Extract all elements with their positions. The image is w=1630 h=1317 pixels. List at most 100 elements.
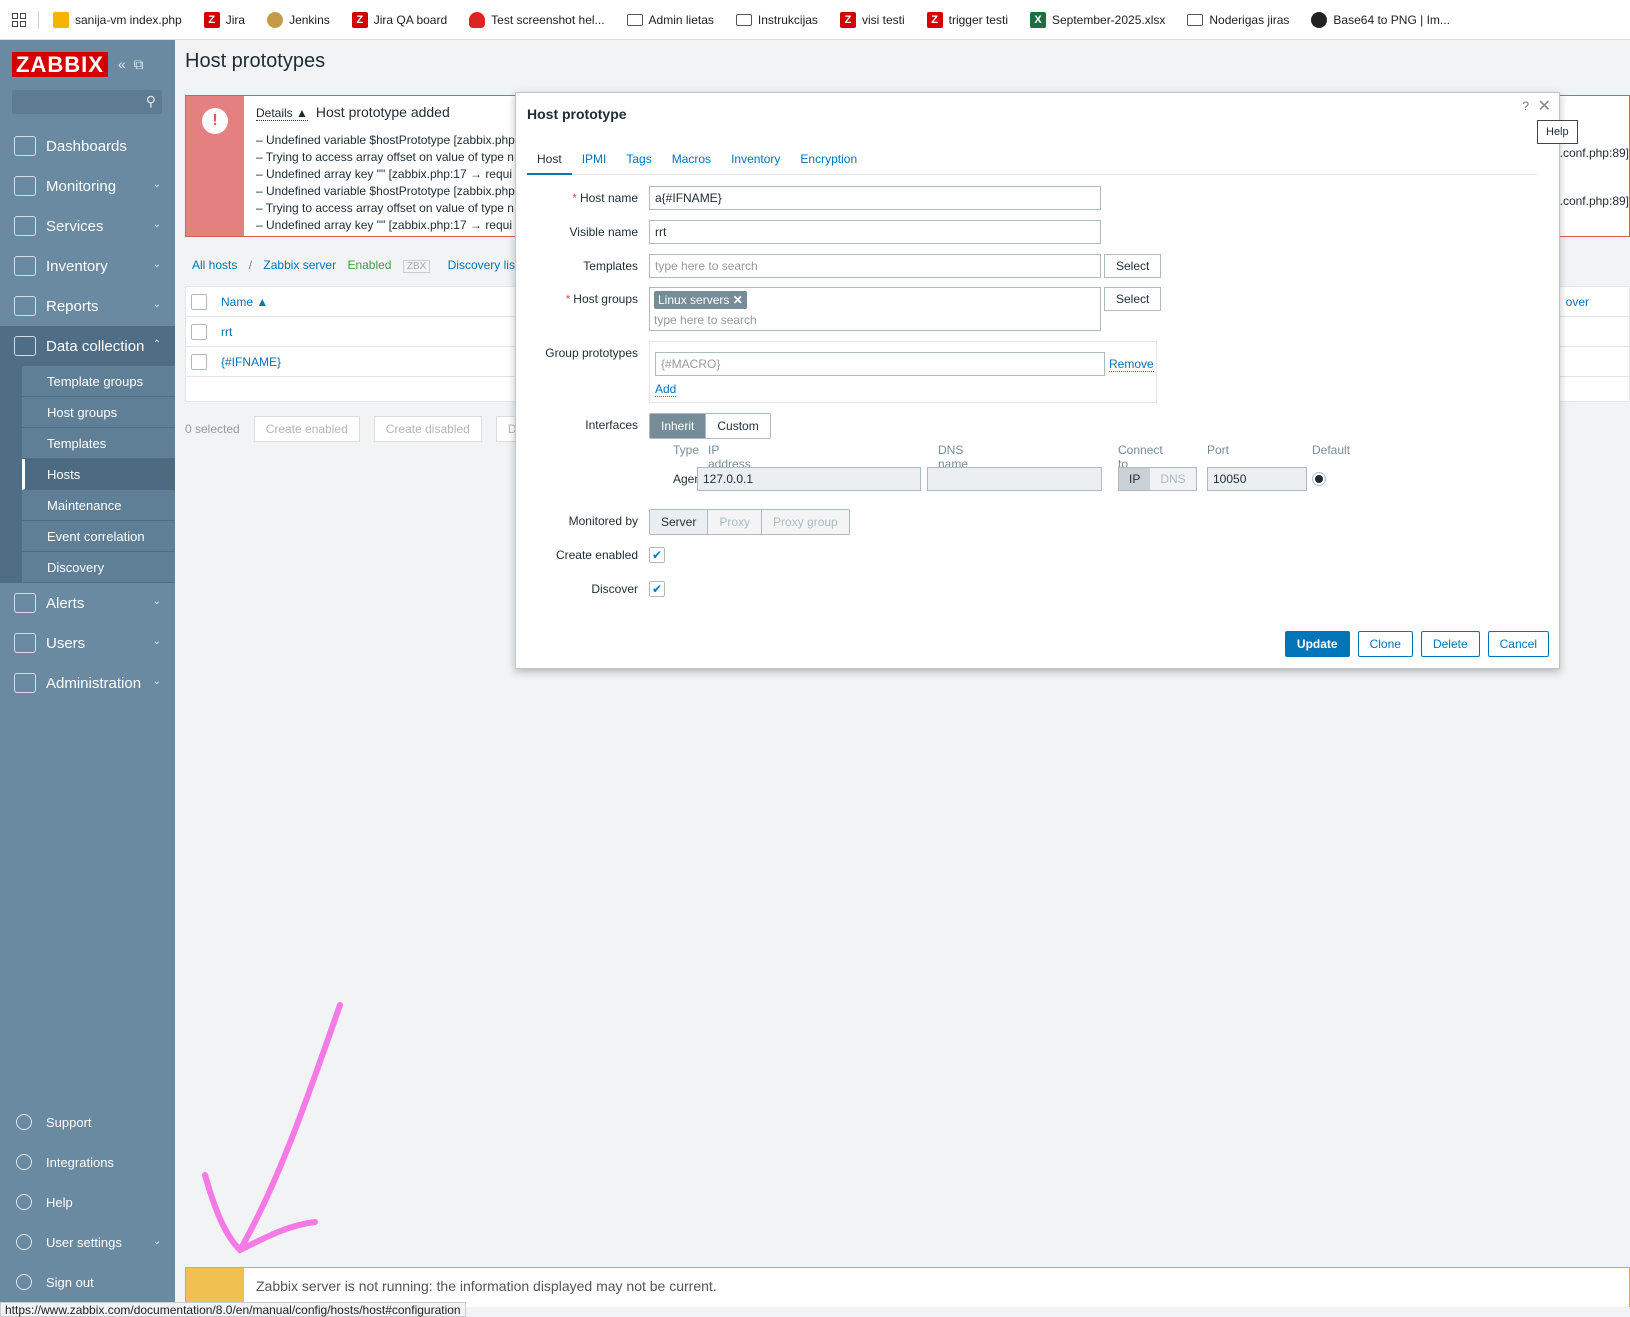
tab-encryption[interactable]: Encryption xyxy=(790,145,867,173)
bookmark-item[interactable]: Z Jira QA board xyxy=(351,11,447,28)
row-name-link[interactable]: {#IFNAME} xyxy=(221,355,281,369)
right-column-header[interactable]: over xyxy=(1566,295,1589,309)
clone-button[interactable]: Clone xyxy=(1357,631,1413,657)
bookmark-item[interactable]: Zvisi testi xyxy=(839,11,905,28)
submenu-item[interactable]: Discovery xyxy=(22,552,175,583)
port-input[interactable]: 10050 xyxy=(1207,467,1307,491)
proxy-option[interactable]: Proxy xyxy=(708,510,763,534)
row-checkbox[interactable] xyxy=(191,353,207,370)
dns-input[interactable] xyxy=(927,467,1102,491)
sidebar-collapse-icon[interactable]: « ⧉ xyxy=(118,56,144,73)
nav-help[interactable]: Help xyxy=(0,1182,175,1222)
nav-alerts[interactable]: Alerts ⌄ xyxy=(0,583,175,623)
remove-chip-icon[interactable]: ✕ xyxy=(733,293,743,307)
bookmark-item[interactable]: Z Jira xyxy=(203,11,245,28)
remove-link[interactable]: Remove xyxy=(1109,357,1154,372)
nav-monitoring[interactable]: Monitoring ⌄ xyxy=(0,166,175,206)
chevron-down-icon: ⌄ xyxy=(152,676,161,687)
row-checkbox[interactable] xyxy=(191,323,207,340)
nav-dashboards[interactable]: Dashboards xyxy=(0,126,175,166)
bookmark-item[interactable]: Jenkins xyxy=(267,11,330,28)
group-prototype-input[interactable]: {#MACRO} xyxy=(655,352,1105,376)
support-icon xyxy=(16,1114,32,1130)
delete-button[interactable]: Delete xyxy=(1420,631,1480,657)
nav-administration[interactable]: Administration ⌄ xyxy=(0,663,175,703)
submenu-item[interactable]: Host groups xyxy=(22,397,175,428)
bookmark-item[interactable]: sanija-vm index.php xyxy=(53,11,182,28)
breadcrumb-sep: / xyxy=(248,258,253,272)
zabbix-logo[interactable]: ZABBIX xyxy=(12,52,108,77)
details-toggle[interactable]: Details ▲ xyxy=(256,106,308,121)
nav-support[interactable]: Support xyxy=(0,1102,175,1142)
create-enabled-checkbox[interactable]: ✔ xyxy=(649,547,665,563)
breadcrumb: All hosts / Zabbix server Enabled ZBX Di… xyxy=(192,258,523,273)
nav-data-collection[interactable]: Data collection ⌃ xyxy=(0,326,175,366)
submenu-item[interactable]: Hosts xyxy=(22,459,175,490)
error-bar: ! xyxy=(186,96,244,236)
inherit-button[interactable]: Inherit xyxy=(650,414,707,438)
templates-select-button[interactable]: Select xyxy=(1104,254,1162,278)
custom-button[interactable]: Custom xyxy=(706,414,769,438)
row-name-link[interactable]: rrt xyxy=(221,325,232,339)
nav-inventory[interactable]: Inventory ⌄ xyxy=(0,246,175,286)
submenu-item[interactable]: Event correlation xyxy=(22,521,175,552)
group-prototypes-row: Group prototypes {#MACRO} Remove Add xyxy=(516,341,1157,403)
host-groups-input[interactable]: Linux servers ✕ type here to search xyxy=(649,287,1101,331)
ip-input[interactable]: 127.0.0.1 xyxy=(697,467,921,491)
nav-services[interactable]: Services ⌄ xyxy=(0,206,175,246)
breadcrumb-all-hosts[interactable]: All hosts xyxy=(192,258,237,272)
breadcrumb-zabbix-server[interactable]: Zabbix server xyxy=(263,258,336,272)
bookmark-item[interactable]: Instrukcijas xyxy=(735,13,818,27)
discover-checkbox[interactable]: ✔ xyxy=(649,581,665,597)
host-name-input[interactable]: a{#IFNAME} xyxy=(649,186,1101,210)
create-disabled-button[interactable]: Create disabled xyxy=(373,416,482,442)
bookmark-item[interactable]: X September-2025.xlsx xyxy=(1029,11,1165,28)
agent-interface-row: Agent 127.0.0.1 IP DNS 10050 xyxy=(516,467,1416,493)
help-icon[interactable]: ? xyxy=(1522,99,1529,113)
bookmark-item[interactable]: Test screenshot hel... xyxy=(469,11,605,28)
default-radio[interactable] xyxy=(1312,472,1326,486)
visible-name-input[interactable]: rrt xyxy=(649,220,1101,244)
tab-tags[interactable]: Tags xyxy=(616,145,661,173)
dns-connect-button[interactable]: DNS xyxy=(1150,468,1196,490)
nav-integrations[interactable]: Integrations xyxy=(0,1142,175,1182)
apps-icon[interactable] xyxy=(12,12,26,27)
host-group-chip[interactable]: Linux servers ✕ xyxy=(654,291,747,309)
zbx-badge: ZBX xyxy=(402,260,431,273)
bookmark-item[interactable]: Admin lietas xyxy=(626,13,714,27)
tab-inventory[interactable]: Inventory xyxy=(721,145,790,173)
error-header: Details ▲ Host prototype added xyxy=(256,104,450,121)
submenu-item[interactable]: Templates xyxy=(22,428,175,459)
templates-input[interactable]: type here to search xyxy=(649,254,1101,278)
proxy-group-option[interactable]: Proxy group xyxy=(762,510,849,534)
server-option[interactable]: Server xyxy=(650,510,709,534)
nav-reports[interactable]: Reports ⌄ xyxy=(0,286,175,326)
breadcrumb-enabled[interactable]: Enabled xyxy=(347,258,391,272)
tab-ipmi[interactable]: IPMI xyxy=(572,145,617,173)
cancel-button[interactable]: Cancel xyxy=(1487,631,1549,657)
select-all-checkbox[interactable] xyxy=(191,293,207,310)
close-icon[interactable]: ✕ xyxy=(1538,96,1551,116)
tab-macros[interactable]: Macros xyxy=(662,145,721,173)
users-icon xyxy=(14,633,36,653)
breadcrumb-discovery[interactable]: Discovery lis xyxy=(448,258,515,272)
name-column-header[interactable]: Name ▲ xyxy=(221,295,268,309)
group-prototypes-label: Group prototypes xyxy=(545,346,638,360)
host-groups-select-button[interactable]: Select xyxy=(1104,287,1162,311)
host-prototype-dialog: Host prototype ? ✕ Host IPMI Tags Macros Inv… xyxy=(515,92,1560,669)
create-enabled-button[interactable]: Create enabled xyxy=(253,416,360,442)
add-link[interactable]: Add xyxy=(655,382,677,397)
bookmark-item[interactable]: Ztrigger testi xyxy=(926,11,1008,28)
bookmark-item[interactable]: Noderigas jiras xyxy=(1187,13,1289,27)
nav-sign-out[interactable]: Sign out xyxy=(0,1262,175,1302)
nav-user-settings[interactable]: User settings ⌄ xyxy=(0,1222,175,1262)
update-button[interactable]: Update xyxy=(1284,631,1350,657)
submenu-item[interactable]: Maintenance xyxy=(22,490,175,521)
nav-users[interactable]: Users ⌄ xyxy=(0,623,175,663)
bookmark-item[interactable]: Base64 to PNG | Im... xyxy=(1311,11,1450,28)
ip-connect-button[interactable]: IP xyxy=(1119,468,1151,490)
sidebar-search-input[interactable]: ⚲ xyxy=(12,90,162,114)
tab-host[interactable]: Host xyxy=(527,145,572,175)
host-name-row: * Host name a{#IFNAME} xyxy=(516,186,1101,210)
submenu-item[interactable]: Template groups xyxy=(22,366,175,397)
